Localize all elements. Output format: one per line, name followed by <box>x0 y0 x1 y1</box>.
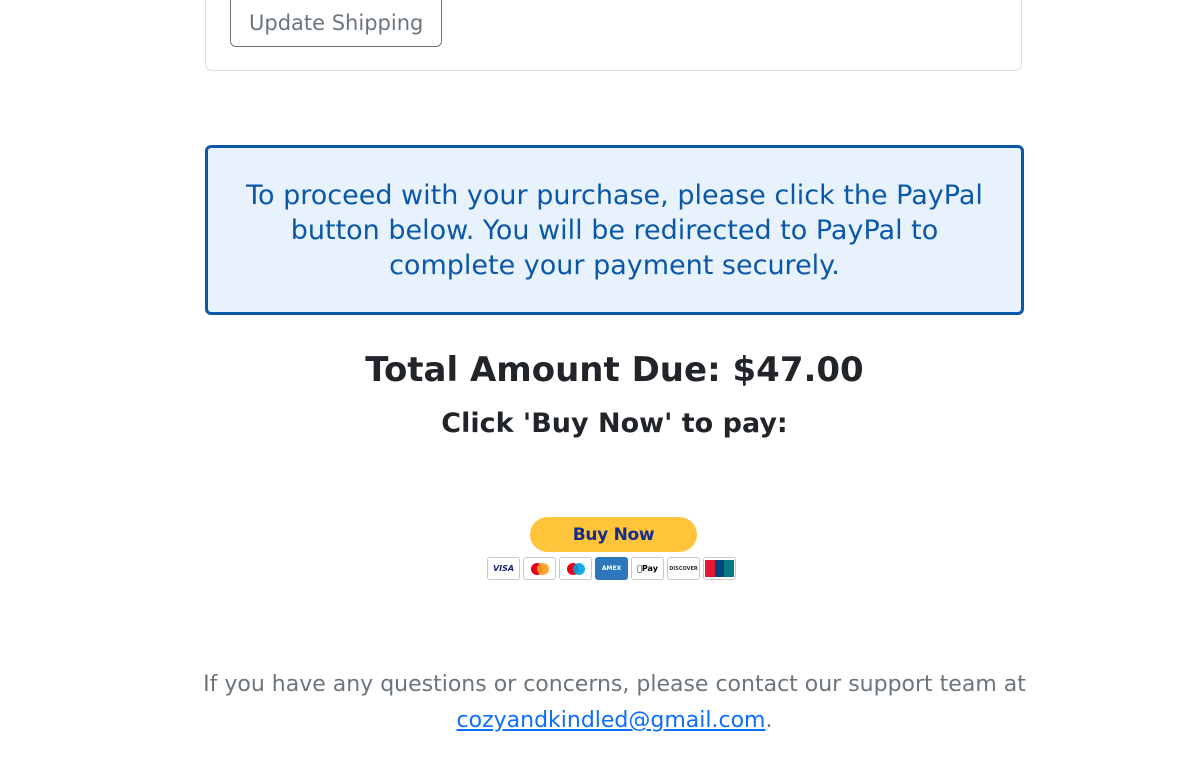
discover-label: DISCOVER <box>669 565 698 572</box>
update-shipping-button[interactable]: Update Shipping <box>230 0 443 47</box>
support-contact-text: If you have any questions or concerns, p… <box>0 667 1198 739</box>
total-label: Total Amount Due: <box>365 350 733 390</box>
support-email-link[interactable]: cozyandkindled@gmail.com <box>457 708 766 733</box>
checkout-page: Update Shipping To proceed with your pur… <box>0 0 1198 776</box>
support-text: If you have any questions or concerns, p… <box>203 672 1026 697</box>
apple-pay-icon: Pay <box>631 557 664 580</box>
buy-now-instruction: Click 'Buy Now' to pay: <box>441 408 788 439</box>
accepted-cards: VISA AMEX Pay DISCOVER <box>487 557 736 580</box>
unionpay-icon <box>703 557 736 580</box>
visa-label: VISA <box>492 564 515 573</box>
discover-icon: DISCOVER <box>667 557 700 580</box>
paypal-info-alert: To proceed with your purchase, please cl… <box>205 145 1024 315</box>
amex-label: AMEX <box>601 565 622 572</box>
visa-icon: VISA <box>487 557 520 580</box>
support-period: . <box>765 708 773 733</box>
shipping-card: Update Shipping <box>205 0 1022 71</box>
amex-icon: AMEX <box>595 557 628 580</box>
apple-pay-label: Pay <box>639 564 658 573</box>
buy-now-button[interactable]: Buy Now <box>530 517 697 552</box>
mastercard-icon <box>523 557 556 580</box>
paypal-info-text: To proceed with your purchase, please cl… <box>246 179 983 281</box>
total-amount-value: $47.00 <box>732 350 864 390</box>
maestro-icon <box>559 557 592 580</box>
paypal-buy-now[interactable]: Buy Now VISA AMEX Pay DISCOVER <box>487 516 741 584</box>
total-amount-due: Total Amount Due: $47.00 <box>0 350 1198 390</box>
